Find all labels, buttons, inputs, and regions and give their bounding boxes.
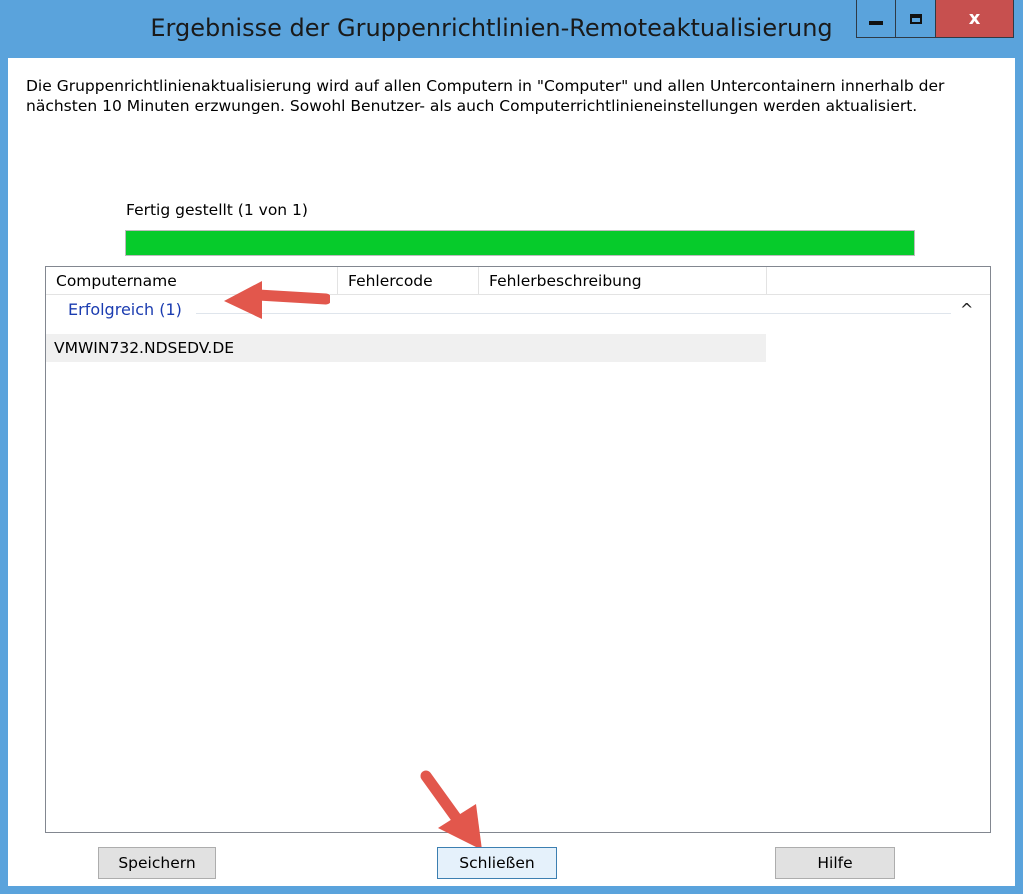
group-header-erfolgreich[interactable]: Erfolgreich (1) ^ (46, 298, 990, 324)
status-label: Fertig gestellt (1 von 1) (126, 201, 308, 219)
close-window-button[interactable]: x (936, 0, 1014, 38)
dialog-window: Ergebnisse der Gruppenrichtlinien-Remote… (0, 0, 1023, 894)
title-bar[interactable]: Ergebnisse der Gruppenrichtlinien-Remote… (0, 0, 1023, 58)
minimize-icon (869, 20, 883, 25)
help-button[interactable]: Hilfe (775, 847, 895, 879)
column-header-fehlerbeschreibung[interactable]: Fehlerbeschreibung (479, 267, 767, 294)
annotation-arrow-icon (420, 770, 482, 850)
description-text: Die Gruppenrichtlinienaktualisierung wir… (26, 77, 945, 115)
group-label: Erfolgreich (1) (68, 300, 188, 319)
maximize-button[interactable] (896, 0, 936, 38)
dialog-content: Die Gruppenrichtlinienaktualisierung wir… (8, 58, 1015, 886)
list-header: Computername Fehlercode Fehlerbeschreibu… (46, 267, 990, 295)
close-button[interactable]: Schließen (437, 847, 557, 879)
results-list[interactable]: Computername Fehlercode Fehlerbeschreibu… (45, 266, 991, 833)
save-button[interactable]: Speichern (98, 847, 216, 879)
chevron-up-icon[interactable]: ^ (960, 300, 973, 319)
row-computername: VMWIN732.NDSEDV.DE (54, 339, 235, 357)
minimize-button[interactable] (856, 0, 896, 38)
table-row[interactable]: VMWIN732.NDSEDV.DE (46, 334, 766, 362)
close-icon: x (968, 8, 981, 29)
column-header-fehlercode[interactable]: Fehlercode (338, 267, 479, 294)
annotation-arrow-icon (224, 281, 330, 319)
maximize-icon (909, 13, 922, 24)
progress-fill (126, 231, 914, 255)
progress-bar (125, 230, 915, 256)
